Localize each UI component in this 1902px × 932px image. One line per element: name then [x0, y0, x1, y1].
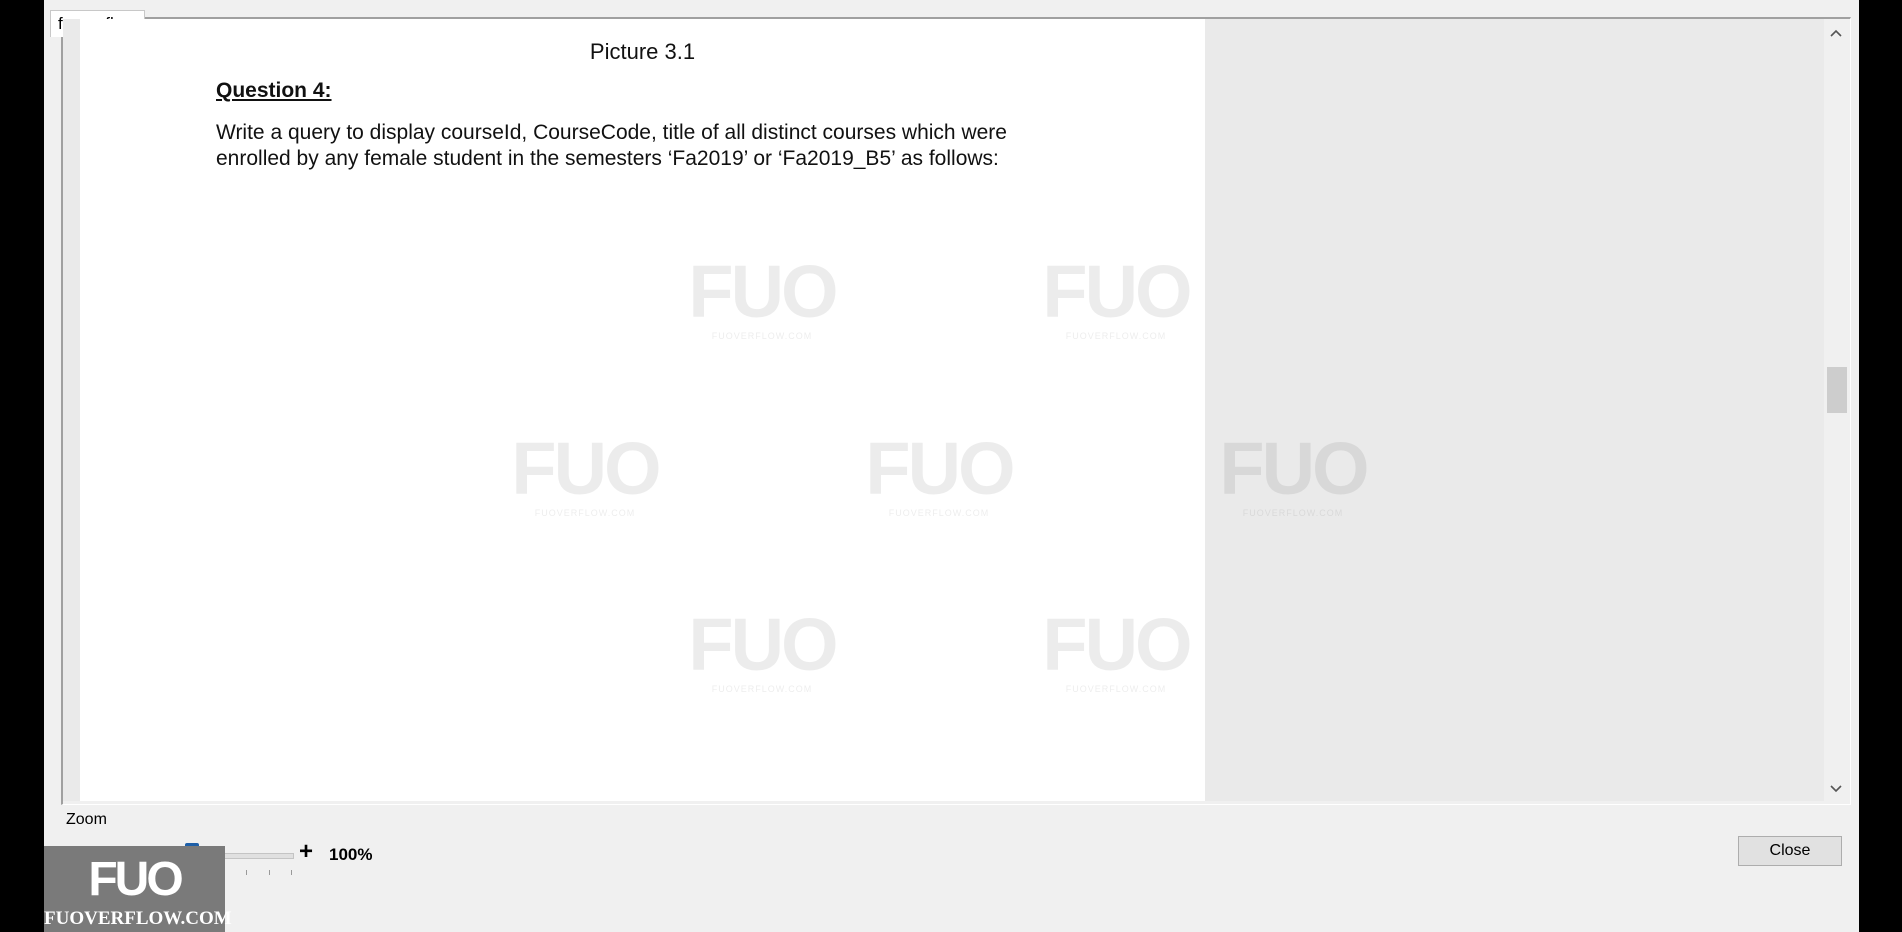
close-button[interactable]: Close — [1738, 836, 1842, 866]
viewer-window: fuoverflow Picture 3.1 Question 4: Write… — [44, 0, 1859, 932]
chevron-up-icon[interactable] — [1824, 21, 1848, 43]
vertical-scrollbar[interactable] — [1824, 19, 1848, 801]
watermark-logo: FUO FUOVERFLOW.COM — [511, 427, 661, 519]
picture-caption: Picture 3.1 — [589, 39, 696, 64]
zoom-label: Zoom — [66, 811, 107, 828]
zoom-in-button[interactable]: + — [299, 838, 313, 866]
zoom-value: 100% — [329, 845, 373, 864]
brand-logo-text: FUOVERFLOW.COM — [44, 908, 232, 929]
watermark-logo: FUO FUOVERFLOW.COM — [865, 427, 1015, 519]
question-text-line: enrolled by any female student in the se… — [216, 147, 999, 170]
scrollbar-thumb[interactable] — [1827, 367, 1847, 413]
question-text-line: Write a query to display courseId, Cours… — [216, 121, 1007, 144]
document-page: Picture 3.1 Question 4: Write a query to… — [80, 19, 1205, 801]
document-viewer[interactable]: Picture 3.1 Question 4: Write a query to… — [63, 19, 1824, 801]
watermark-logo: FUO FUOVERFLOW.COM — [1042, 603, 1192, 695]
chevron-down-icon[interactable] — [1824, 777, 1848, 799]
watermark-logo: FUO FUOVERFLOW.COM — [688, 250, 838, 342]
watermark-logo: FUO FUOVERFLOW.COM — [688, 603, 838, 695]
brand-logo-mark: FUO — [88, 853, 183, 906]
brand-logo: FUO FUOVERFLOW.COM — [44, 846, 232, 932]
question-text: Write a query to display courseId, Cours… — [216, 120, 1056, 172]
watermark-logo: FUO FUOVERFLOW.COM — [1042, 250, 1192, 342]
question-title: Question 4: — [216, 79, 332, 102]
watermark-logo: FUO FUOVERFLOW.COM — [1219, 427, 1369, 519]
